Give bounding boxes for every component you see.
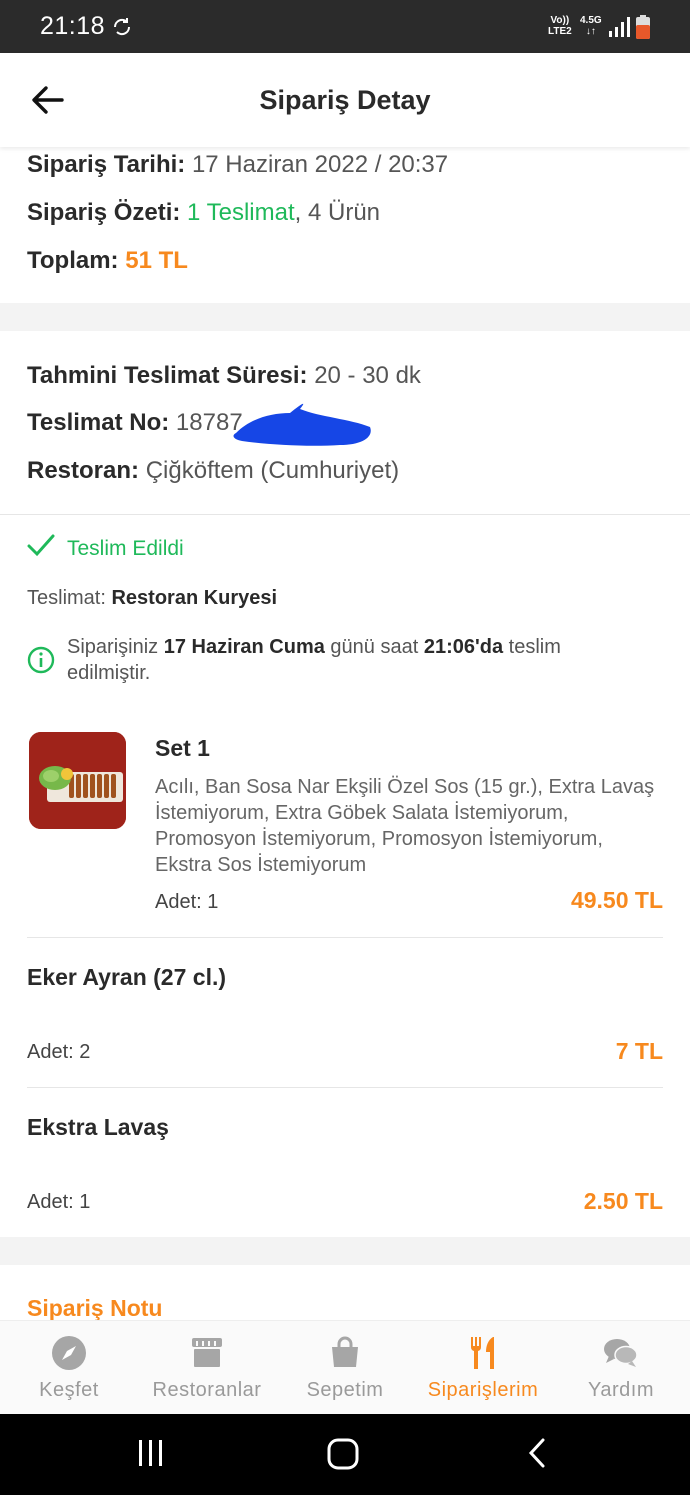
delivery-method-row: Teslimat: Restoran Kuryesi [27,587,277,610]
item-price: 49.50 TL [570,887,663,913]
back-nav-icon[interactable] [524,1436,550,1470]
bag-icon [332,1336,358,1367]
battery-icon [636,15,650,39]
item-quantity: Adet: 2 [27,1041,91,1063]
info-pre: Siparişiniz [67,636,164,658]
nav-label: Sepetim [306,1379,384,1401]
chat-icon [604,1339,638,1367]
order-deliveries-count: 1 Teslimat [187,199,295,226]
net2-label-top: 4.5G [580,15,602,26]
net-label-bottom: LTE2 [548,26,572,37]
store-icon [192,1338,222,1367]
delivery-method-label: Teslimat: [27,587,106,609]
redaction-scribble [233,403,371,446]
nav-item-yardim[interactable]: Yardım [552,1321,690,1415]
section-divider [0,1237,690,1265]
order-date-row: Sipariş Tarihi: 17 Haziran 2022 / 20:37 [27,151,448,179]
eta-value: 20 - 30 dk [314,362,421,389]
delivery-number-label: Teslimat No: [27,409,170,436]
info-date: 17 Haziran Cuma [163,636,325,658]
order-date-label: Sipariş Tarihi: [27,151,186,178]
restaurant-row: Restoran: Çiğköftem (Cumhuriyet) [27,457,399,485]
item-name: Eker Ayran (27 cl.) [27,964,227,990]
delivery-info-text: Siparişiniz 17 Haziran Cuma günü saat 21… [67,634,647,686]
check-icon [27,534,55,557]
status-time: 21:18 [40,12,106,40]
eta-label: Tahmini Teslimat Süresi: [27,362,308,389]
nav-label: Yardım [588,1379,654,1401]
bottom-navigation: Keşfet Restoranlar Sepetim Siparişlerim [0,1320,690,1414]
page-title: Sipariş Detay [259,85,431,115]
nav-item-sepetim[interactable]: Sepetim [276,1321,414,1415]
nav-label: Keşfet [39,1379,99,1401]
order-total-label: Toplam: [27,247,119,274]
status-bar: 21:18 Vo)) LTE2 4.5G ↓↑ [0,0,690,53]
eta-row: Tahmini Teslimat Süresi: 20 - 30 dk [27,362,421,390]
order-date-value: 17 Haziran 2022 / 20:37 [191,151,449,178]
item-quantity: Adet: 1 [27,1191,91,1213]
network-lte-indicator: Vo)) LTE2 [548,15,572,37]
order-note-title: Sipariş Notu [27,1295,163,1320]
net2-label-bottom: ↓↑ [585,26,596,37]
app-header: Sipariş Detay [0,53,690,147]
item-divider [27,937,663,938]
nav-label: Restoranlar [152,1379,262,1401]
nav-item-siparislerim[interactable]: Siparişlerim [414,1321,552,1415]
product-image [29,732,126,829]
restaurant-value: Çiğköftem (Cumhuriyet) [145,457,400,484]
item-name: Set 1 [155,735,210,761]
restaurant-label: Restoran: [27,457,140,484]
delivery-status-text: Teslim Edildi [67,537,184,560]
info-time: 21:06'da [423,636,504,658]
order-overview-label: Sipariş Özeti: [27,199,181,226]
signal-icon [609,17,630,37]
item-price: 2.50 TL [583,1188,663,1214]
compass-icon [52,1336,86,1370]
item-price: 7 TL [615,1038,663,1064]
order-products-count: , 4 Ürün [294,199,381,226]
system-navigation-bar [0,1414,690,1495]
nav-item-restoranlar[interactable]: Restoranlar [138,1321,276,1415]
section-divider [0,303,690,331]
nav-label: Siparişlerim [427,1379,539,1401]
recent-apps-icon[interactable] [136,1436,166,1470]
item-quantity: Adet: 1 [155,891,219,913]
item-name: Ekstra Lavaş [27,1114,169,1140]
order-total-value: 51 TL [125,247,188,274]
delivery-method-value: Restoran Kuryesi [111,587,278,609]
network-speed-indicator: 4.5G ↓↑ [580,15,602,37]
order-overview-row: Sipariş Özeti: 1 Teslimat, 4 Ürün [27,199,380,227]
section-divider-thin [0,514,690,515]
home-icon[interactable] [326,1436,360,1472]
item-description: Acılı, Ban Sosa Nar Ekşili Özel Sos (15 … [155,776,655,876]
delivery-number-row: Teslimat No: 18787 [27,409,243,437]
order-detail-content[interactable]: Sipariş Tarihi: 17 Haziran 2022 / 20:37 … [0,147,690,1320]
info-icon [27,646,55,674]
fork-knife-icon [470,1337,494,1369]
order-total-row: Toplam: 51 TL [27,247,188,275]
net-label-top: Vo)) [550,15,570,26]
info-mid: günü saat [324,636,424,658]
nav-item-kesfet[interactable]: Keşfet [0,1321,138,1415]
item-divider [27,1087,663,1088]
sync-icon [113,18,131,36]
